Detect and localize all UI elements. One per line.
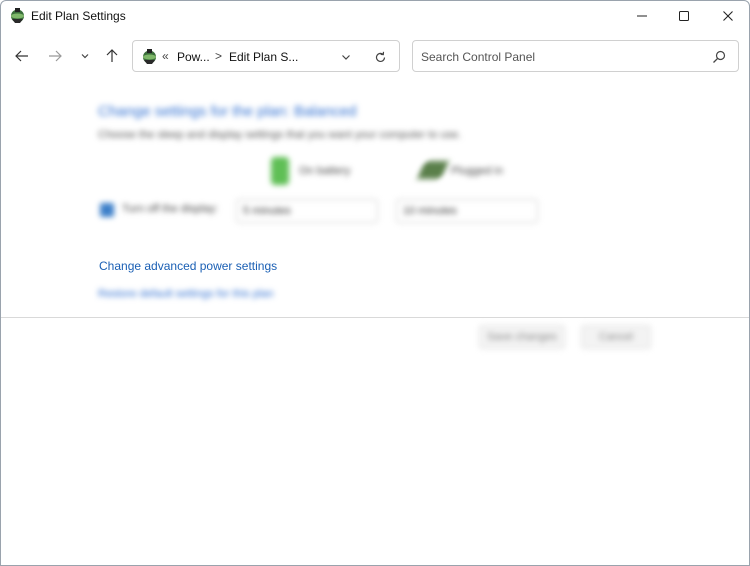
address-overflow[interactable]: «: [162, 49, 169, 63]
window-title: Edit Plan Settings: [31, 9, 126, 23]
forward-button[interactable]: [44, 45, 66, 67]
power-options-icon: [11, 8, 24, 23]
plugged-in-label: Plugged in: [451, 165, 503, 177]
breadcrumb-power-options[interactable]: Pow...: [177, 50, 210, 64]
search-input[interactable]: [421, 48, 701, 66]
restore-defaults-link[interactable]: Restore default settings for this plan: [98, 288, 273, 300]
edit-plan-settings-window: Edit Plan Settings « Pow... > Edit Plan …: [0, 0, 750, 566]
recent-locations-button[interactable]: [74, 45, 96, 67]
page-description: Choose the sleep and display settings th…: [98, 129, 462, 141]
footer-divider: [1, 317, 749, 318]
address-bar[interactable]: « Pow... > Edit Plan S...: [132, 40, 400, 72]
display-battery-select[interactable]: 5 minutes: [236, 199, 378, 223]
refresh-button[interactable]: [371, 48, 389, 66]
maximize-icon: [679, 11, 689, 21]
turn-off-display-label: Turn off the display:: [122, 203, 218, 215]
up-button[interactable]: [101, 45, 123, 67]
cancel-button[interactable]: Cancel: [581, 325, 651, 349]
plug-icon: [416, 161, 450, 179]
display-icon: [100, 203, 114, 217]
display-plugged-select[interactable]: 10 minutes: [396, 199, 538, 223]
minimize-icon: [637, 15, 647, 17]
close-button[interactable]: [705, 1, 749, 31]
title-bar: Edit Plan Settings: [1, 1, 749, 31]
breadcrumb-edit-plan-settings[interactable]: Edit Plan S...: [229, 50, 298, 64]
arrow-left-icon: [15, 50, 28, 62]
plan-settings-content: Change settings for the plan: Balanced C…: [1, 91, 749, 351]
power-options-icon: [143, 49, 156, 64]
minimize-button[interactable]: [619, 1, 665, 31]
change-advanced-power-settings-link[interactable]: Change advanced power settings: [99, 259, 277, 273]
search-icon[interactable]: [711, 49, 727, 65]
maximize-button[interactable]: [661, 1, 707, 31]
search-box[interactable]: [412, 40, 739, 72]
save-changes-button[interactable]: Save changes: [479, 325, 565, 349]
on-battery-label: On battery: [299, 165, 351, 177]
address-dropdown-button[interactable]: [337, 48, 355, 66]
arrow-up-icon: [106, 49, 118, 62]
battery-icon: [271, 157, 289, 185]
back-button[interactable]: [11, 45, 33, 67]
page-heading: Change settings for the plan: Balanced: [98, 103, 357, 120]
close-icon: [723, 11, 733, 21]
arrow-right-icon: [49, 50, 62, 62]
chevron-down-icon: [342, 55, 350, 60]
breadcrumb-separator[interactable]: >: [215, 49, 222, 63]
chevron-down-icon: [81, 54, 89, 59]
refresh-icon: [375, 51, 385, 62]
